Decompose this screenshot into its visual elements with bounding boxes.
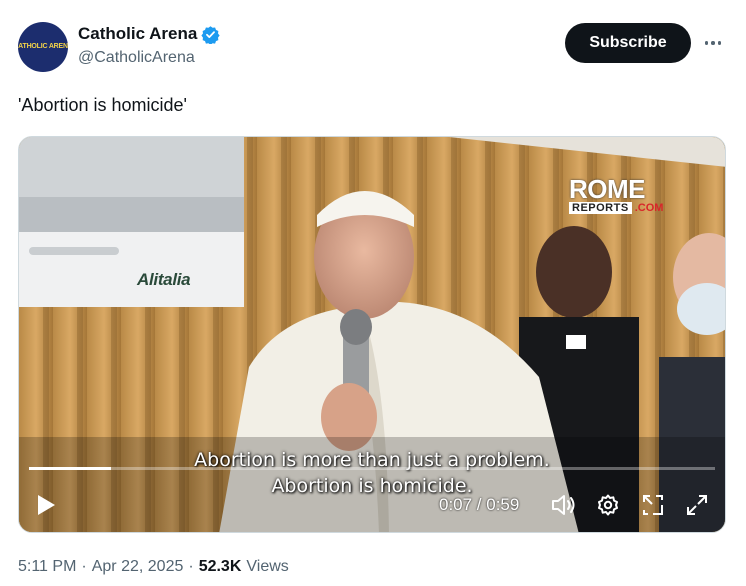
verified-badge-icon[interactable] (201, 25, 220, 45)
post-time[interactable]: 5:11 PM (18, 558, 76, 576)
progress-fill (29, 467, 112, 470)
handle[interactable]: @CatholicArena (78, 49, 220, 67)
meta-separator: · (81, 558, 87, 575)
more-dots-icon[interactable] (700, 30, 726, 56)
fullscreen-icon[interactable] (685, 493, 709, 517)
volume-icon[interactable] (551, 493, 577, 517)
rome-reports-logo: ROME REPORTS .COM (569, 174, 664, 214)
progress-bar[interactable] (29, 467, 715, 470)
play-icon[interactable] (35, 493, 57, 517)
tweet-text: 'Abortion is homicide' (18, 95, 187, 115)
video-time: 0:07 / 0:59 (439, 495, 520, 514)
meta-separator: · (188, 558, 194, 575)
avatar-text: CATHOLIC ARENA (18, 43, 68, 50)
display-name[interactable]: Catholic Arena (78, 24, 197, 44)
rome-logo-com: .COM (634, 202, 664, 214)
rome-logo-text: ROME (569, 174, 646, 204)
video-player[interactable]: ROME REPORTS .COM Alitalia Abortion is m… (18, 136, 726, 533)
subscribe-button[interactable]: Subscribe (565, 23, 691, 63)
picture-in-picture-icon[interactable] (641, 493, 665, 517)
author-info: Catholic Arena @CatholicArena (78, 24, 220, 67)
rome-logo-reports: REPORTS (569, 202, 632, 214)
avatar[interactable]: CATHOLIC ARENA (18, 22, 68, 72)
settings-icon[interactable] (596, 493, 620, 517)
views-count: 52.3K (198, 558, 242, 575)
plane-logo: Alitalia (137, 270, 191, 289)
tweet-meta: 5:11 PM · Apr 22, 2025 · 52.3K Views (18, 558, 289, 576)
views-label: Views (246, 558, 289, 575)
post-date[interactable]: Apr 22, 2025 (92, 558, 184, 576)
